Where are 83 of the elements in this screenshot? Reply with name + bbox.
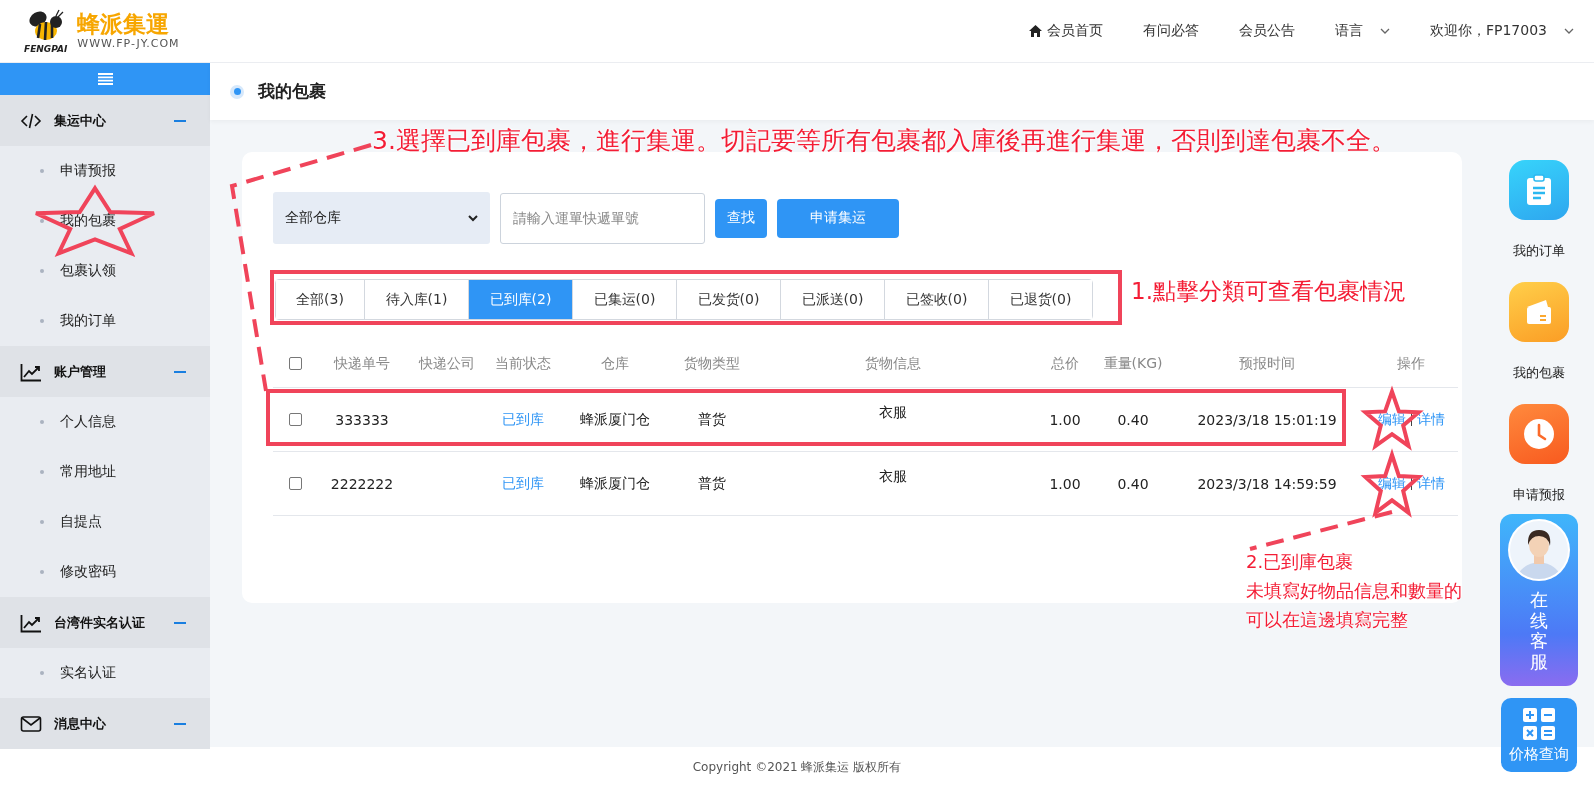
column-header: 快递单号 xyxy=(332,354,391,373)
service-label: 在线客服 xyxy=(1530,590,1548,673)
page-title: 我的包裹 xyxy=(258,80,326,103)
shortcut-button[interactable] xyxy=(1509,160,1569,220)
status-text: 已到库 xyxy=(501,410,545,429)
table-cell-text: 蜂派厦门仓 xyxy=(579,410,651,429)
column-header: 预报时间 xyxy=(1238,354,1296,373)
column-header: 重量(KG) xyxy=(1102,354,1164,373)
chart-icon xyxy=(20,612,42,633)
shortcut-label: 申请预报 xyxy=(1513,486,1565,504)
column-header: 当前状态 xyxy=(494,354,552,373)
status-text: 已到库 xyxy=(501,474,545,493)
table-cell-text: 2222222 xyxy=(329,475,395,492)
sidebar-item[interactable]: 包裹认领 xyxy=(0,246,210,296)
status-tab[interactable]: 已退货(0) xyxy=(988,280,1092,319)
table-cell-text: 2023/3/18 14:59:59 xyxy=(1196,475,1338,492)
copyright-text: Copyright ©2021 蜂派集运 版权所有 xyxy=(692,759,902,776)
column-header: 总价 xyxy=(1050,354,1080,373)
wallet-icon xyxy=(1524,297,1554,327)
menu-icon xyxy=(97,73,113,85)
nav-link[interactable]: 语言 xyxy=(1314,22,1410,40)
chevron-down-icon xyxy=(1564,28,1574,34)
row-checkbox[interactable] xyxy=(289,413,302,426)
shortcut-button[interactable] xyxy=(1509,404,1569,464)
online-service-button[interactable]: 在线客服 xyxy=(1500,514,1578,686)
chevron-down-icon xyxy=(1379,28,1390,34)
column-header: 仓库 xyxy=(600,354,630,373)
brand-name: 蜂派集運 xyxy=(77,11,171,38)
table-cell-text: 333333 xyxy=(334,411,390,428)
chevron-down-icon xyxy=(468,214,478,222)
warehouse-select[interactable]: 全部仓库 xyxy=(273,192,490,244)
shortcut-label: 我的订单 xyxy=(1513,242,1565,260)
column-header: 货物信息 xyxy=(864,354,922,373)
title-dot-icon xyxy=(230,84,244,99)
tracking-search-field[interactable]: 請輸入運單快遞單號 xyxy=(500,192,705,244)
sidebar-item[interactable]: 个人信息 xyxy=(0,397,210,447)
table-cell-text: 1.00 xyxy=(1048,475,1082,492)
table-cell-text: 衣服 xyxy=(878,403,908,422)
calculator-icon xyxy=(1522,706,1556,741)
instruction-note: 未填寫好物品信息和數量的 xyxy=(1246,580,1462,602)
nav-link[interactable]: 会员公告 xyxy=(1218,22,1315,40)
shortcut-button[interactable] xyxy=(1509,282,1569,342)
table-cell-text: 蜂派厦门仓 xyxy=(579,474,651,493)
column-header: 快递公司 xyxy=(417,354,476,373)
instruction-note: 1.點擊分類可查看包裹情況 xyxy=(1131,278,1406,306)
nav-link[interactable]: 有问必答 xyxy=(1122,22,1219,40)
table-cell-text: 0.40 xyxy=(1116,475,1150,492)
table-cell-text: 普货 xyxy=(697,410,727,429)
clock-icon xyxy=(1522,417,1556,451)
column-header: 货物类型 xyxy=(683,354,741,373)
column-header: 操作 xyxy=(1396,354,1426,373)
mail-icon xyxy=(20,713,42,734)
sidebar-item[interactable]: 申请预报 xyxy=(0,146,210,196)
sidebar-group[interactable]: 消息中心 xyxy=(0,698,210,749)
table-cell-text: 0.40 xyxy=(1116,411,1150,428)
select-all-checkbox[interactable] xyxy=(289,357,302,370)
sidebar-group[interactable]: 台湾件实名认证 xyxy=(0,597,210,648)
sidebar-group[interactable]: 集运中心 xyxy=(0,95,210,146)
sidebar-item[interactable]: 常用地址 xyxy=(0,447,210,497)
sidebar-item[interactable]: 自提点 xyxy=(0,497,210,547)
instruction-note: 3.選擇已到庫包裹，進行集運。切記要等所有包裹都入庫後再進行集運，否則到達包裹不全。 xyxy=(372,126,1396,156)
site-address: WWW.FP-JY.COM xyxy=(77,37,180,51)
brand-caption: FENGPAI xyxy=(24,44,68,54)
instruction-note: 2.已到庫包裹 xyxy=(1246,551,1354,573)
nav-link[interactable]: 会员首页 xyxy=(1008,22,1123,40)
chart-icon xyxy=(20,361,42,382)
sidebar-toggle[interactable] xyxy=(0,63,210,95)
home-icon xyxy=(1028,25,1042,37)
price-query-label: 价格查询 xyxy=(1509,744,1569,764)
table-cell-text: 1.00 xyxy=(1048,411,1082,428)
table-cell-text: 普货 xyxy=(697,474,727,493)
instruction-note: 可以在這邊填寫完整 xyxy=(1246,609,1408,631)
sidebar-group[interactable]: 账户管理 xyxy=(0,346,210,397)
shortcut-label: 我的包裹 xyxy=(1513,364,1565,382)
table-cell-text: 衣服 xyxy=(878,467,908,486)
row-checkbox[interactable] xyxy=(289,477,302,490)
sidebar-item[interactable]: 实名认证 xyxy=(0,648,210,698)
nav-link[interactable]: 欢迎你，FP17003 xyxy=(1409,22,1594,40)
sidebar-item[interactable]: 我的订单 xyxy=(0,296,210,346)
sidebar-item[interactable]: 修改密码 xyxy=(0,547,210,597)
table-cell-text: 2023/3/18 15:01:19 xyxy=(1196,411,1338,428)
sidebar-item[interactable]: 我的包裹 xyxy=(0,196,210,246)
clipboard-icon xyxy=(1525,174,1553,206)
